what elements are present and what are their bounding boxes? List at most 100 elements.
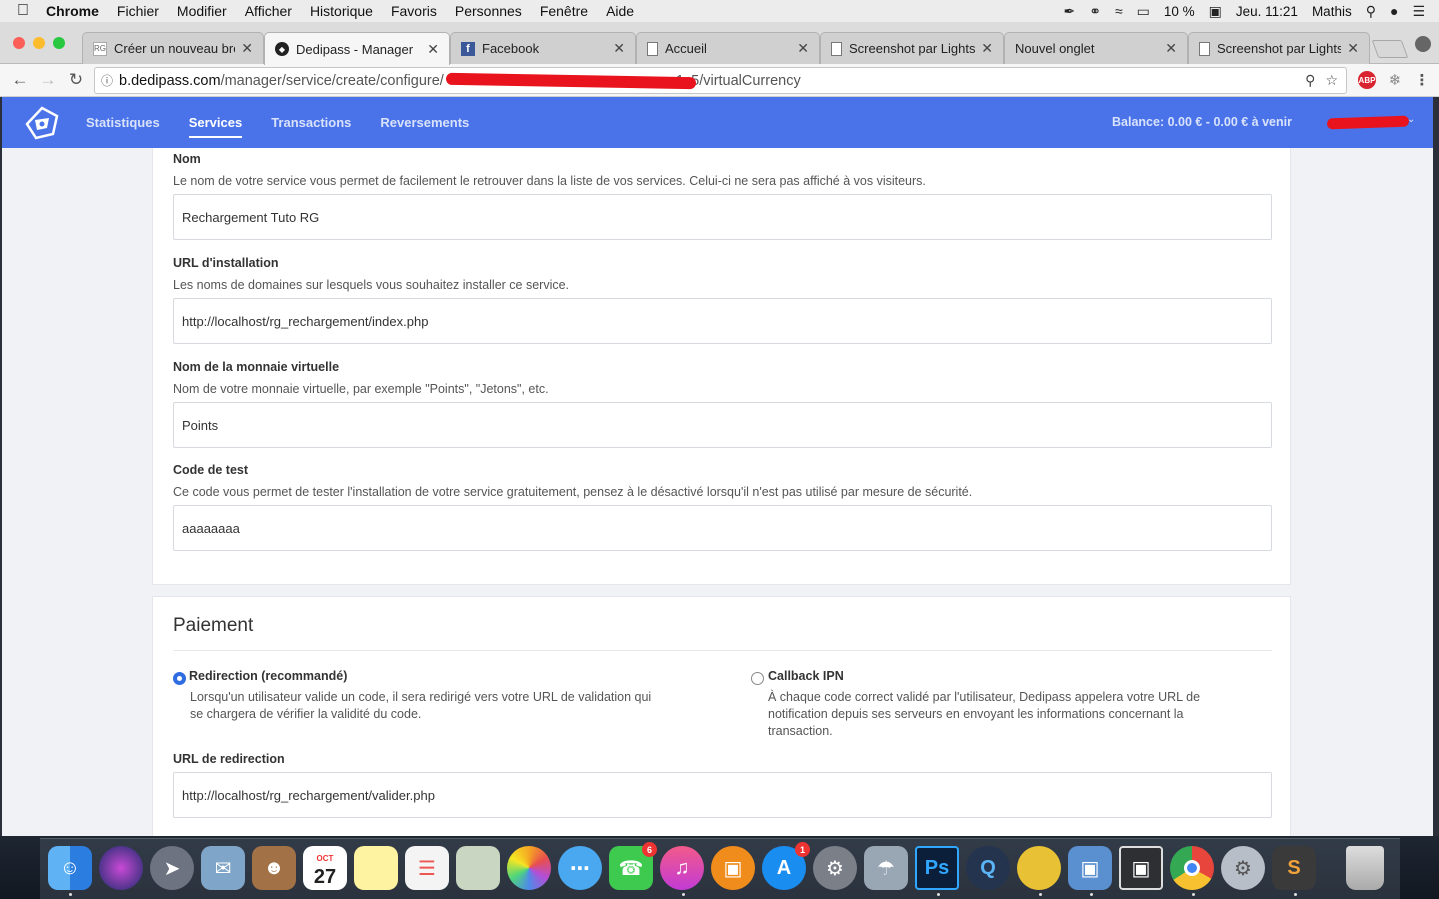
running-indicator xyxy=(1090,893,1093,896)
tab-close-icon[interactable]: ✕ xyxy=(613,40,625,57)
tab-close-icon[interactable]: ✕ xyxy=(241,40,253,57)
launchpad-icon[interactable]: ➤ xyxy=(150,846,194,890)
mail-icon[interactable]: ✉ xyxy=(201,846,245,890)
currency-input[interactable] xyxy=(173,402,1272,448)
tab-title: Facebook xyxy=(482,41,540,56)
test-code-input[interactable] xyxy=(173,505,1272,551)
menu-favoris[interactable]: Favoris xyxy=(391,3,437,19)
tab-screenshot-lightshot-2[interactable]: Screenshot par Lightsh ✕ xyxy=(1188,32,1370,64)
notes-icon[interactable] xyxy=(354,846,398,890)
forward-arrow-icon[interactable]: → xyxy=(34,70,62,90)
site-info-icon[interactable]: ⓘ xyxy=(95,72,119,89)
contacts-icon[interactable]: ☻ xyxy=(252,846,296,890)
trash-icon[interactable] xyxy=(1346,846,1384,890)
nav-reversements[interactable]: Reversements xyxy=(380,115,469,130)
ipn-radio[interactable] xyxy=(751,672,764,685)
minimize-window-icon[interactable] xyxy=(33,37,45,49)
close-window-icon[interactable] xyxy=(13,37,25,49)
tab-screenshot-lightshot-1[interactable]: Screenshot par Lightsh ✕ xyxy=(820,32,1004,64)
siri-icon[interactable]: ● xyxy=(1390,3,1398,19)
menu-aide[interactable]: Aide xyxy=(606,3,634,19)
tab-close-icon[interactable]: ✕ xyxy=(981,40,993,57)
user-menu-redacted[interactable] xyxy=(1326,115,1410,130)
menu-fenetre[interactable]: Fenêtre xyxy=(540,3,588,19)
dedipass-logo-icon[interactable] xyxy=(24,106,60,140)
reminders-icon[interactable]: ☰ xyxy=(405,846,449,890)
app-store-icon[interactable]: A 1 xyxy=(762,842,810,890)
itunes-icon[interactable]: ♫ xyxy=(660,846,704,890)
creative-cloud-icon[interactable]: ⚭ xyxy=(1089,3,1101,20)
redirect-desc-line1: Lorsqu'un utilisateur valide un code, il… xyxy=(190,690,652,704)
ipn-label[interactable]: Callback IPN xyxy=(768,669,844,683)
reload-icon[interactable]: ↻ xyxy=(62,70,90,90)
tab-title: Nouvel onglet xyxy=(1015,41,1095,56)
install-url-input[interactable] xyxy=(173,298,1272,344)
calendar-icon[interactable]: OCT 27 xyxy=(303,846,347,890)
photoshop-icon[interactable]: Ps xyxy=(915,846,959,890)
redirect-radio[interactable] xyxy=(173,672,186,685)
redirect-label[interactable]: Redirection (recommandé) xyxy=(189,669,347,683)
tab-title: Screenshot par Lightsh xyxy=(849,41,976,56)
tab-accueil[interactable]: Accueil ✕ xyxy=(636,32,820,64)
adblock-plus-icon[interactable]: ABP xyxy=(1358,71,1376,89)
chrome-menu-icon[interactable]: ⋮ xyxy=(1413,71,1431,89)
tab-dedipass-manager[interactable]: ◆ Dedipass - Manager ✕ xyxy=(264,32,450,65)
back-arrow-icon[interactable]: ← xyxy=(6,70,34,90)
apple-menu-icon[interactable]:  xyxy=(0,2,46,20)
menu-personnes[interactable]: Personnes xyxy=(455,3,522,19)
nav-transactions[interactable]: Transactions xyxy=(271,115,351,130)
nav-services[interactable]: Services xyxy=(188,115,242,138)
name-input[interactable] xyxy=(173,194,1272,240)
address-bar[interactable]: ⓘ b.dedipass.com/manager/service/create/… xyxy=(94,67,1347,94)
facetime-icon[interactable]: ☎ 6 xyxy=(609,842,657,890)
tab-close-icon[interactable]: ✕ xyxy=(427,41,439,58)
photo-booth-icon[interactable] xyxy=(456,846,500,890)
maximize-window-icon[interactable] xyxy=(53,37,65,49)
virtualbox-icon[interactable]: ▣ xyxy=(1068,846,1112,890)
airplay-icon[interactable]: ▭ xyxy=(1137,3,1150,20)
menu-afficher[interactable]: Afficher xyxy=(245,3,292,19)
clock[interactable]: Jeu. 11:21 xyxy=(1236,4,1298,19)
photos-icon[interactable] xyxy=(507,846,551,890)
chrome-dock-icon[interactable] xyxy=(1170,846,1214,890)
new-tab-button[interactable] xyxy=(1371,40,1409,58)
chrome-profile-icon[interactable] xyxy=(1415,36,1431,52)
lemon-app-icon[interactable] xyxy=(1017,846,1061,890)
tab-close-icon[interactable]: ✕ xyxy=(1165,40,1177,57)
tab-creer-brouillon[interactable]: RG Créer un nouveau brou ✕ xyxy=(82,32,264,64)
wifi-icon[interactable]: ≈ xyxy=(1115,3,1123,19)
tab-nouvel-onglet[interactable]: Nouvel onglet ✕ xyxy=(1004,32,1188,64)
page-favicon-icon xyxy=(831,41,842,56)
chrome-tab-strip: RG Créer un nouveau brou ✕ ◆ Dedipass - … xyxy=(0,22,1439,65)
messages-icon[interactable]: ⋯ xyxy=(558,846,602,890)
tab-close-icon[interactable]: ✕ xyxy=(1347,40,1359,57)
spotlight-search-icon[interactable]: ⚲ xyxy=(1366,3,1376,20)
siri-dock-icon[interactable] xyxy=(99,846,143,890)
battery-icon[interactable]: ▣ xyxy=(1209,3,1222,20)
extension-snowflake-icon[interactable]: ❄ xyxy=(1386,71,1404,89)
notification-center-icon[interactable]: ☰ xyxy=(1412,3,1425,20)
window-manager-icon[interactable]: ▣ xyxy=(1119,846,1163,890)
quicktime-icon[interactable]: Q xyxy=(966,846,1010,890)
install-url-help: Les noms de domaines sur lesquels vous s… xyxy=(173,278,570,292)
feather-icon[interactable]: ✒ xyxy=(1063,3,1075,20)
tab-title: Screenshot par Lightsh xyxy=(1217,41,1342,56)
finder-icon[interactable]: ☺ xyxy=(48,846,92,890)
menu-historique[interactable]: Historique xyxy=(310,3,373,19)
nav-statistiques[interactable]: Statistiques xyxy=(86,115,160,130)
ibooks-icon[interactable]: ▣ xyxy=(711,846,755,890)
key-icon[interactable]: ⚲ xyxy=(1305,72,1315,89)
tab-facebook[interactable]: f Facebook ✕ xyxy=(450,32,636,64)
chevron-down-icon[interactable]: ⌄ xyxy=(1407,114,1415,125)
menu-user-name[interactable]: Mathis xyxy=(1312,4,1352,19)
system-preferences-icon[interactable]: ⚙ xyxy=(813,846,857,890)
redirect-url-input[interactable] xyxy=(173,772,1272,818)
preferences-gear-icon[interactable]: ⚙ xyxy=(1221,846,1265,890)
menu-app-name[interactable]: Chrome xyxy=(46,3,99,19)
menu-modifier[interactable]: Modifier xyxy=(177,3,227,19)
network-utility-icon[interactable]: ☂ xyxy=(864,846,908,890)
sublime-text-icon[interactable]: S xyxy=(1272,846,1316,890)
bookmark-star-icon[interactable]: ☆ xyxy=(1325,72,1338,89)
menu-fichier[interactable]: Fichier xyxy=(117,3,159,19)
tab-close-icon[interactable]: ✕ xyxy=(797,40,809,57)
